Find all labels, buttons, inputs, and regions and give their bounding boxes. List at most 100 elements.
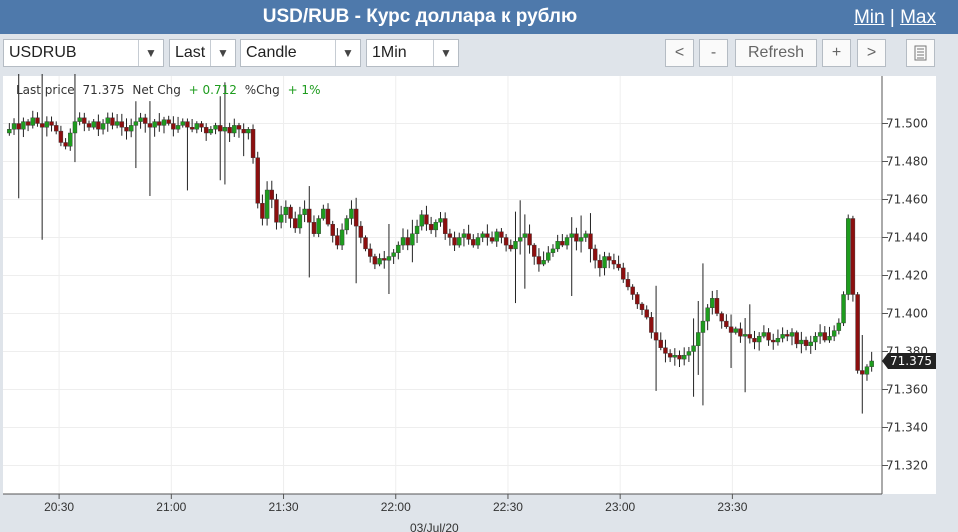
candle-down — [424, 214, 429, 225]
symbol-select[interactable]: USDRUB ▼ — [3, 39, 164, 67]
x-tick-label: 23:30 — [717, 500, 747, 514]
scroll-forward-button[interactable]: > — [857, 39, 886, 67]
candle-up — [396, 244, 401, 253]
candle-up — [414, 225, 420, 234]
y-tick-label: 71.440 — [886, 231, 928, 245]
candle-up — [710, 298, 715, 309]
candle-down — [269, 189, 274, 200]
candle-down — [667, 353, 673, 358]
candle-down — [607, 256, 612, 261]
candle-down — [621, 267, 626, 280]
interval-value: 1Min — [372, 44, 407, 61]
candle-down — [325, 208, 331, 225]
y-tick-label: 71.360 — [886, 383, 928, 397]
candle-down — [560, 241, 565, 246]
candle-up — [72, 121, 78, 134]
list-icon[interactable] — [906, 39, 935, 67]
candle-up — [400, 237, 406, 246]
candle-up — [813, 336, 818, 343]
interval-select[interactable]: 1Min ▼ — [366, 39, 459, 67]
candle-down — [489, 237, 495, 242]
candle-up — [419, 214, 424, 227]
candle-down — [649, 317, 654, 333]
net-chg-label: Net Chg — [132, 83, 180, 97]
candle-down — [16, 123, 21, 130]
candle-down — [625, 279, 631, 288]
candle-down — [597, 260, 603, 269]
candle-down — [363, 237, 368, 250]
max-link[interactable]: Max — [900, 7, 936, 28]
candle-up — [128, 125, 134, 132]
candle-up — [386, 256, 392, 261]
candle-down — [574, 233, 579, 242]
candle-up — [522, 233, 528, 238]
x-tick-label: 22:00 — [381, 500, 411, 514]
candle-up — [578, 237, 584, 242]
chevron-down-icon[interactable]: ▼ — [210, 40, 235, 66]
candle-down — [189, 127, 195, 130]
candle-down — [860, 370, 865, 375]
x-tick-label: 23:00 — [605, 500, 635, 514]
candle-up — [161, 119, 167, 126]
candle-down — [663, 347, 668, 354]
candle-down — [677, 355, 682, 360]
candle-up — [410, 233, 415, 246]
candle-down — [752, 338, 757, 343]
candle-down — [227, 127, 232, 134]
zoom-in-button[interactable]: + — [822, 39, 851, 67]
candle-down — [25, 121, 31, 126]
chevron-down-icon[interactable]: ▼ — [433, 40, 458, 66]
candle-down — [771, 339, 776, 343]
candle-down — [747, 334, 753, 339]
candle-down — [293, 218, 298, 229]
y-tick-label: 71.460 — [886, 193, 928, 207]
candle-up — [733, 328, 738, 333]
candle-down — [335, 235, 340, 246]
candle-up — [391, 252, 396, 257]
candle-up — [232, 125, 237, 134]
last-price-marker: 71.375 — [882, 353, 936, 369]
candle-up — [869, 360, 874, 367]
candle-down — [794, 332, 799, 345]
y-tick-label: 71.340 — [886, 421, 928, 435]
candle-down — [199, 123, 204, 128]
zoom-out-button[interactable]: - — [699, 39, 728, 67]
candle-up — [264, 189, 270, 219]
candle-up — [222, 127, 228, 132]
last-price-value: 71.375 — [83, 83, 125, 97]
candle-up — [480, 233, 485, 238]
candle-down — [719, 313, 724, 322]
y-tick-label: 71.420 — [886, 269, 928, 283]
x-axis: 20:30 21:00 21:30 22:00 22:30 23:00 23:30 — [44, 494, 748, 514]
candle-up — [21, 121, 26, 130]
candle-down — [353, 208, 359, 227]
field-select[interactable]: Last ▼ — [169, 39, 236, 67]
chevron-down-icon[interactable]: ▼ — [335, 40, 360, 66]
candle-up — [841, 294, 846, 324]
candle-down — [166, 119, 171, 124]
candle-up — [799, 339, 804, 345]
scroll-back-button[interactable]: < — [665, 39, 694, 67]
candle-up — [686, 351, 692, 356]
candle-up — [827, 336, 832, 341]
chart-toolbar: USDRUB ▼ Last ▼ Candle ▼ 1Min ▼ < - Refr… — [0, 34, 958, 74]
refresh-button[interactable]: Refresh — [735, 39, 817, 67]
min-link[interactable]: Min — [854, 7, 885, 28]
candle-down — [532, 244, 537, 257]
candle-down — [536, 256, 542, 265]
candle-up — [808, 341, 813, 346]
candle-up — [152, 121, 157, 128]
candle-down — [447, 233, 453, 238]
candle-down — [39, 123, 45, 128]
candle-down — [54, 125, 59, 132]
candle-up — [672, 355, 678, 358]
candle-up — [278, 214, 284, 223]
chevron-down-icon[interactable]: ▼ — [138, 40, 163, 66]
candle-down — [485, 233, 490, 238]
candle-down — [255, 157, 260, 204]
chart-style-select[interactable]: Candle ▼ — [240, 39, 361, 67]
candle-down — [714, 298, 720, 314]
candle-up — [517, 237, 523, 242]
candle-down — [236, 125, 242, 130]
title-bar: USD/RUB - Курс доллара к рублю Min | Max — [0, 0, 958, 34]
